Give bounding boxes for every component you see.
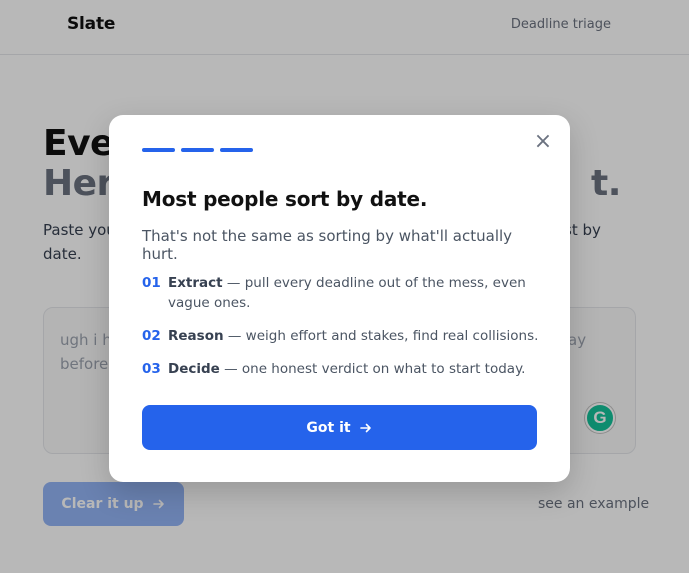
progress-step-3 <box>220 148 253 152</box>
close-icon[interactable]: × <box>533 131 553 153</box>
progress-step-1 <box>142 148 175 152</box>
got-it-button[interactable]: Got it <box>142 405 537 450</box>
modal-title: Most people sort by date. <box>142 187 428 211</box>
onboarding-modal: × Most people sort by date. That's not t… <box>109 115 570 482</box>
got-it-label: Got it <box>306 419 351 436</box>
arrow-right-icon <box>359 423 371 432</box>
step-number: 03 <box>142 361 161 377</box>
step-number: 01 <box>142 275 161 291</box>
list-item: 02 Reason — weigh effort and stakes, fin… <box>142 326 542 346</box>
list-item: 03 Decide — one honest verdict on what t… <box>142 359 542 379</box>
step-text: — weigh effort and stakes, find real col… <box>223 328 539 344</box>
steps-list: 01 Extract — pull every deadline out of … <box>142 273 542 379</box>
step-keyword: Decide <box>168 361 220 377</box>
step-keyword: Reason <box>168 328 224 344</box>
step-number: 02 <box>142 328 161 344</box>
progress-indicator <box>142 148 253 152</box>
modal-subtitle: That's not the same as sorting by what'l… <box>142 227 513 263</box>
step-keyword: Extract <box>168 275 223 291</box>
step-text: — pull every deadline out of the mess, e… <box>168 275 526 311</box>
list-item: 01 Extract — pull every deadline out of … <box>142 273 542 313</box>
progress-step-2 <box>181 148 214 152</box>
step-text: — one honest verdict on what to start to… <box>219 361 526 377</box>
